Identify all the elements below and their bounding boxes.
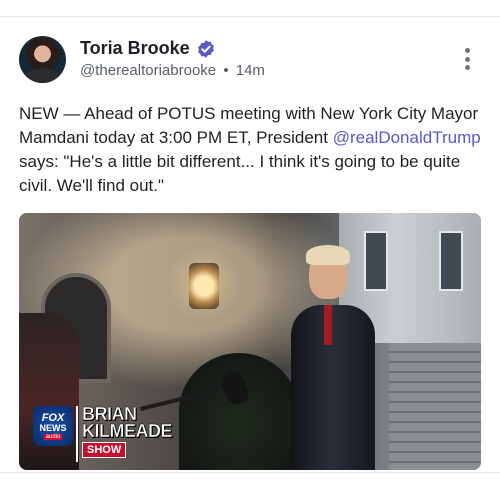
show-tag: SHOW <box>82 442 127 458</box>
vertical-ellipsis-icon <box>464 48 470 53</box>
show-title-block: BRIAN KILMEADE SHOW <box>82 405 173 458</box>
post-image[interactable]: FOX NEWS audio BRIAN KILMEADE SHOW <box>19 213 481 470</box>
author-name-row: Toria Brooke <box>80 38 216 59</box>
foliage <box>179 353 299 470</box>
wall-lantern <box>189 263 219 309</box>
building-window <box>439 231 463 291</box>
person-hair <box>306 245 350 265</box>
vertical-ellipsis-icon-dot <box>464 65 470 70</box>
author-meta: @therealtoriabrooke • 14m <box>80 62 265 79</box>
bottom-divider <box>0 472 500 473</box>
post-text-after: says: "He's a little bit different... I … <box>19 152 461 195</box>
more-options-button[interactable] <box>459 48 475 70</box>
mention-link[interactable]: @realDonaldTrump <box>333 128 481 147</box>
post-body: NEW — Ahead of POTUS meeting with New Yo… <box>19 102 481 198</box>
verified-badge-icon <box>197 39 214 58</box>
meta-separator: • <box>223 62 229 79</box>
show-logo: FOX NEWS audio BRIAN KILMEADE SHOW <box>33 405 173 462</box>
logo-brand-line2: NEWS <box>39 422 67 433</box>
building-window <box>364 231 388 291</box>
logo-divider <box>76 406 78 462</box>
author-handle[interactable]: @therealtoriabrooke <box>80 62 216 79</box>
fox-news-audio-logo: FOX NEWS audio <box>33 406 73 446</box>
avatar[interactable] <box>19 36 66 83</box>
post-timestamp[interactable]: 14m <box>236 62 265 79</box>
logo-brand-line3: audio <box>43 433 63 440</box>
logo-brand-line1: FOX <box>41 411 65 424</box>
avatar-shoulders <box>25 68 60 83</box>
person-tie <box>324 305 332 345</box>
author-display-name[interactable]: Toria Brooke <box>80 38 190 59</box>
show-name-line2: KILMEADE <box>82 421 173 441</box>
stairs <box>389 343 481 470</box>
post-card[interactable]: Toria Brooke @therealtoriabrooke • 14m N… <box>0 17 500 490</box>
vertical-ellipsis-icon-dot <box>464 56 470 62</box>
person-coat <box>291 305 375 470</box>
